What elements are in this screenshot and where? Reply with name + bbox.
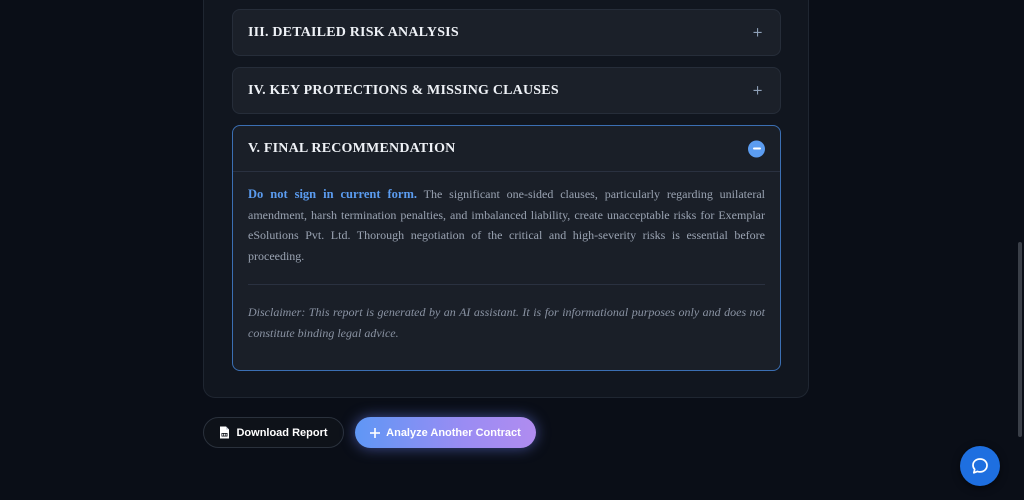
analyze-another-contract-label: Analyze Another Contract: [386, 426, 521, 439]
section-title: V. FINAL RECOMMENDATION: [248, 140, 456, 156]
expand-plus-icon[interactable]: +: [752, 84, 763, 97]
section-header[interactable]: III. DETAILED RISK ANALYSIS +: [233, 10, 780, 55]
collapse-minus-icon[interactable]: [748, 140, 765, 157]
section-header[interactable]: V. FINAL RECOMMENDATION: [233, 126, 780, 172]
expand-plus-icon[interactable]: +: [752, 26, 763, 39]
section-title: III. DETAILED RISK ANALYSIS: [248, 24, 459, 40]
pdf-file-icon: [219, 426, 230, 439]
plus-icon: [370, 427, 381, 438]
disclaimer-text: Disclaimer: This report is generated by …: [248, 305, 765, 340]
recommendation-text: Do not sign in current form. The signifi…: [248, 184, 765, 266]
download-report-button[interactable]: Download Report: [203, 417, 344, 448]
section-detailed-risk-analysis[interactable]: III. DETAILED RISK ANALYSIS +: [232, 9, 781, 56]
divider: [248, 284, 765, 285]
section-body: Do not sign in current form. The signifi…: [233, 172, 780, 343]
section-title: IV. KEY PROTECTIONS & MISSING CLAUSES: [248, 82, 559, 98]
chat-bubble-icon: [972, 458, 988, 474]
page: III. DETAILED RISK ANALYSIS + IV. KEY PR…: [0, 0, 1024, 500]
section-key-protections[interactable]: IV. KEY PROTECTIONS & MISSING CLAUSES +: [232, 67, 781, 114]
analyze-another-contract-button[interactable]: Analyze Another Contract: [355, 417, 536, 448]
chat-button[interactable]: [960, 446, 1000, 486]
download-report-label: Download Report: [236, 426, 328, 439]
recommendation-lead: Do not sign in current form.: [248, 187, 418, 201]
scrollbar-thumb[interactable]: [1018, 242, 1022, 437]
section-final-recommendation[interactable]: V. FINAL RECOMMENDATION Do not sign in c…: [232, 125, 781, 371]
section-header[interactable]: IV. KEY PROTECTIONS & MISSING CLAUSES +: [233, 68, 780, 113]
